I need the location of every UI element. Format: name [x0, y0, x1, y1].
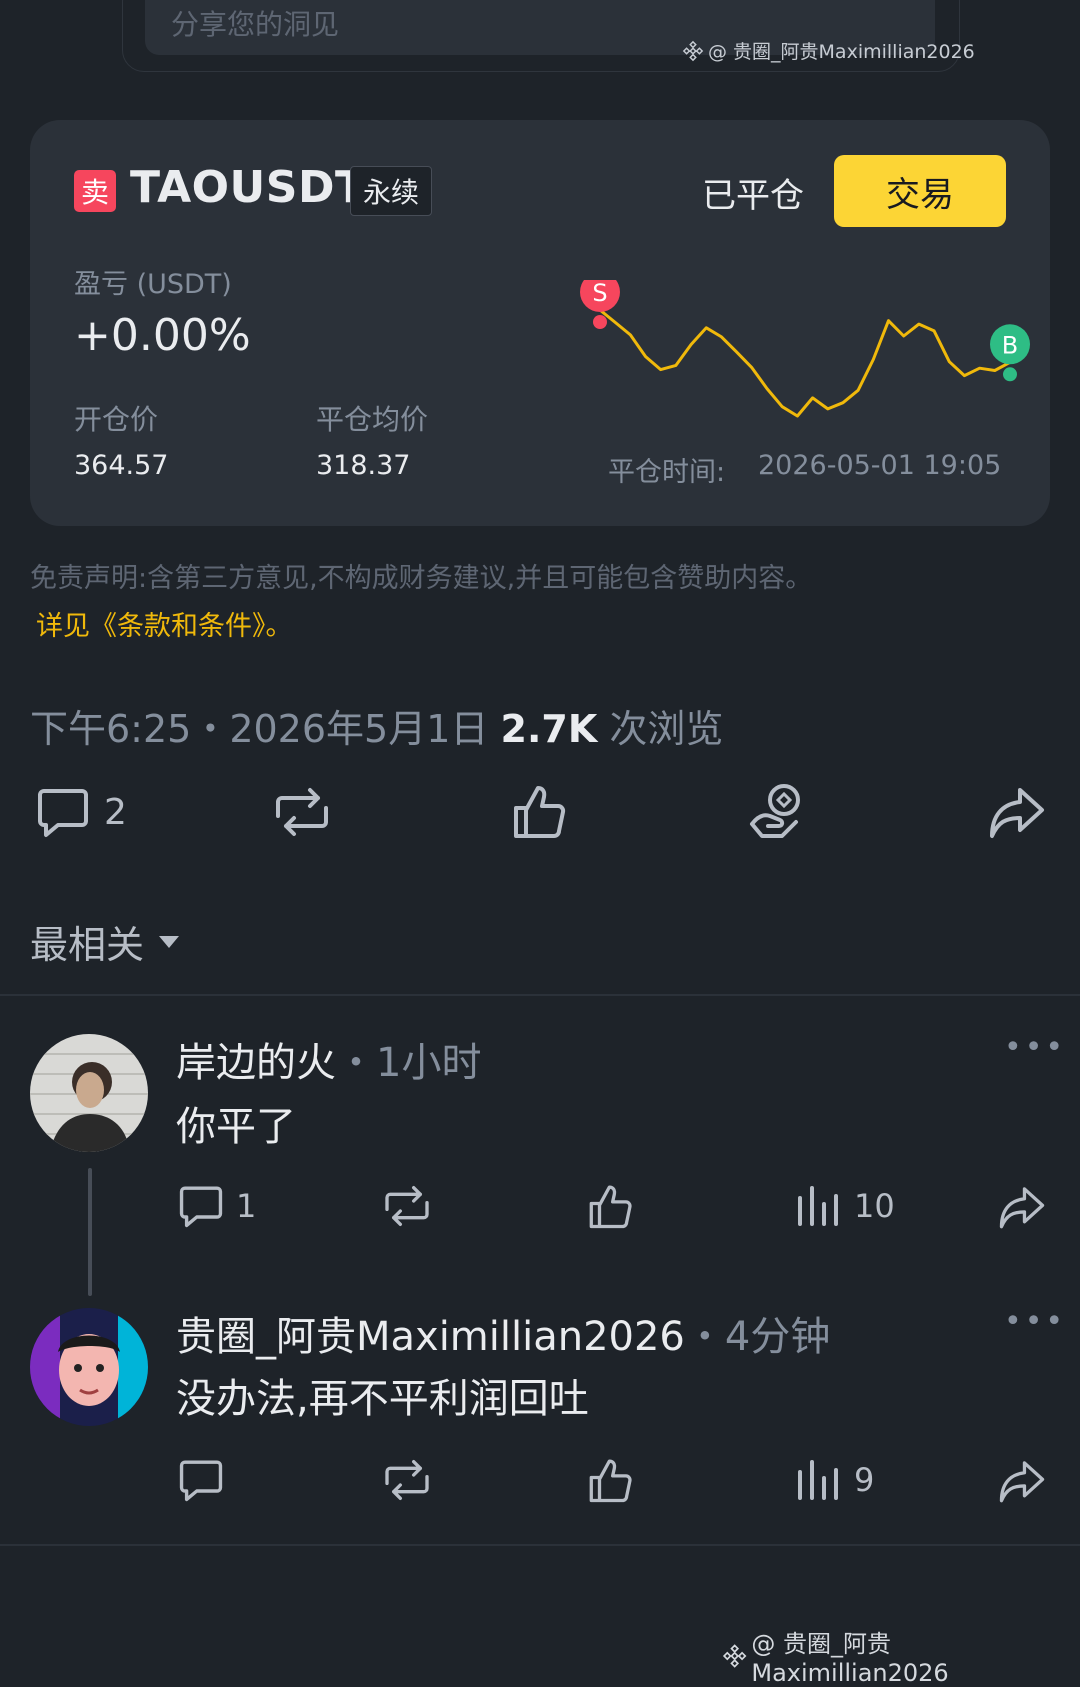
- bar-chart-icon: [794, 1458, 842, 1502]
- close-price: 318.37: [316, 450, 410, 481]
- close-time-label: 平仓时间:: [608, 450, 725, 489]
- repost-icon: [272, 786, 332, 838]
- thread-line: [88, 1168, 92, 1296]
- post-actions: 2: [0, 778, 1080, 848]
- views-count: 10: [854, 1187, 895, 1225]
- views-count: 9: [854, 1461, 874, 1499]
- trade-card[interactable]: 卖 TAOUSDT 永续 已平仓 交易 盈亏 (USDT) +0.00% 开仓价…: [30, 120, 1050, 526]
- tip-button[interactable]: [748, 780, 808, 840]
- comment-icon: [36, 786, 90, 838]
- sort-dropdown[interactable]: 最相关: [30, 914, 180, 969]
- repost-icon: [382, 1458, 432, 1502]
- view-label: 次浏览: [609, 707, 723, 751]
- comment-author[interactable]: 贵圈_阿贵Maximillian2026・4分钟: [176, 1304, 830, 1362]
- sort-label: 最相关: [30, 914, 144, 969]
- binance-logo-icon: [682, 40, 704, 62]
- avatar-image: [30, 1034, 148, 1152]
- views-stat: 10: [794, 1184, 895, 1228]
- contract-type-tag: 永续: [350, 166, 432, 216]
- avatar[interactable]: [30, 1308, 148, 1426]
- close-price-label: 平仓均价: [316, 398, 428, 438]
- symbol: TAOUSDT: [130, 162, 366, 213]
- position-status: 已平仓: [702, 168, 804, 217]
- view-count: 2.7K: [501, 707, 598, 751]
- comment-text: 你平了: [176, 1094, 296, 1152]
- buy-marker-dot: [1003, 367, 1017, 381]
- disclaimer-text: 免责声明:含第三方意见,不构成财务建议,并且可能包含赞助内容。: [30, 556, 812, 595]
- repost-button[interactable]: [272, 786, 332, 838]
- section-divider: [0, 1544, 1080, 1546]
- comment-time: ・4分钟: [685, 1314, 830, 1360]
- share-placeholder: 分享您的洞见: [171, 3, 339, 43]
- sell-badge: 卖: [74, 170, 116, 212]
- comment-icon: [178, 1184, 224, 1228]
- comment-text: 没办法,再不平利润回吐: [176, 1366, 589, 1424]
- share-icon: [988, 784, 1046, 840]
- sell-marker-dot: [593, 315, 607, 329]
- trade-button[interactable]: 交易: [834, 155, 1006, 227]
- reply-button[interactable]: 1: [178, 1184, 256, 1228]
- thumbs-up-icon: [588, 1456, 634, 1504]
- series-line: [600, 310, 1010, 416]
- share-icon: [998, 1458, 1046, 1504]
- comment-author[interactable]: 岸边的火・1小时: [176, 1030, 481, 1088]
- section-divider: [0, 994, 1080, 996]
- comment-count: 2: [104, 792, 127, 833]
- post-time: 下午6:25・2026年5月1日: [30, 707, 488, 751]
- close-time: 2026-05-01 19:05: [758, 450, 1001, 481]
- more-options-icon[interactable]: •••: [1004, 1304, 1066, 1339]
- share-button[interactable]: [998, 1458, 1046, 1504]
- comment-time: ・1小时: [336, 1040, 481, 1086]
- repost-button[interactable]: [382, 1184, 432, 1228]
- watermark-top: @ 贵圈_阿贵Maximillian2026: [682, 37, 975, 64]
- open-price-label: 开仓价: [74, 398, 158, 438]
- price-chart: SB: [580, 280, 1040, 440]
- sell-marker-label: S: [592, 280, 607, 307]
- like-button[interactable]: [588, 1456, 634, 1504]
- pnl-label: 盈亏 (USDT): [74, 262, 232, 301]
- reply-count: 1: [236, 1187, 256, 1225]
- bar-chart-icon: [794, 1184, 842, 1228]
- watermark-bottom: @ 贵圈_阿贵Maximillian2026: [722, 1624, 1080, 1687]
- views-stat: 9: [794, 1458, 874, 1502]
- reply-button[interactable]: [178, 1458, 224, 1502]
- caret-down-icon: [158, 935, 180, 949]
- repost-button[interactable]: [382, 1458, 432, 1502]
- buy-marker-label: B: [1002, 331, 1018, 359]
- thumbs-up-icon: [588, 1182, 634, 1230]
- comment-icon: [178, 1458, 224, 1502]
- share-button[interactable]: [998, 1184, 1046, 1230]
- repost-icon: [382, 1184, 432, 1228]
- avatar-image: [30, 1308, 148, 1426]
- open-price: 364.57: [74, 450, 168, 481]
- post-meta: 下午6:25・2026年5月1日 2.7K 次浏览: [30, 698, 723, 753]
- pnl-value: +0.00%: [74, 310, 251, 361]
- terms-link[interactable]: 详见《条款和条件》。: [36, 604, 293, 643]
- thumbs-up-icon: [512, 782, 568, 840]
- avatar[interactable]: [30, 1034, 148, 1152]
- share-button[interactable]: [988, 784, 1046, 840]
- more-options-icon[interactable]: •••: [1004, 1030, 1066, 1065]
- like-button[interactable]: [588, 1182, 634, 1230]
- share-icon: [998, 1184, 1046, 1230]
- like-button[interactable]: [512, 782, 568, 840]
- comment-button[interactable]: 2: [36, 786, 127, 838]
- tip-icon: [748, 780, 808, 840]
